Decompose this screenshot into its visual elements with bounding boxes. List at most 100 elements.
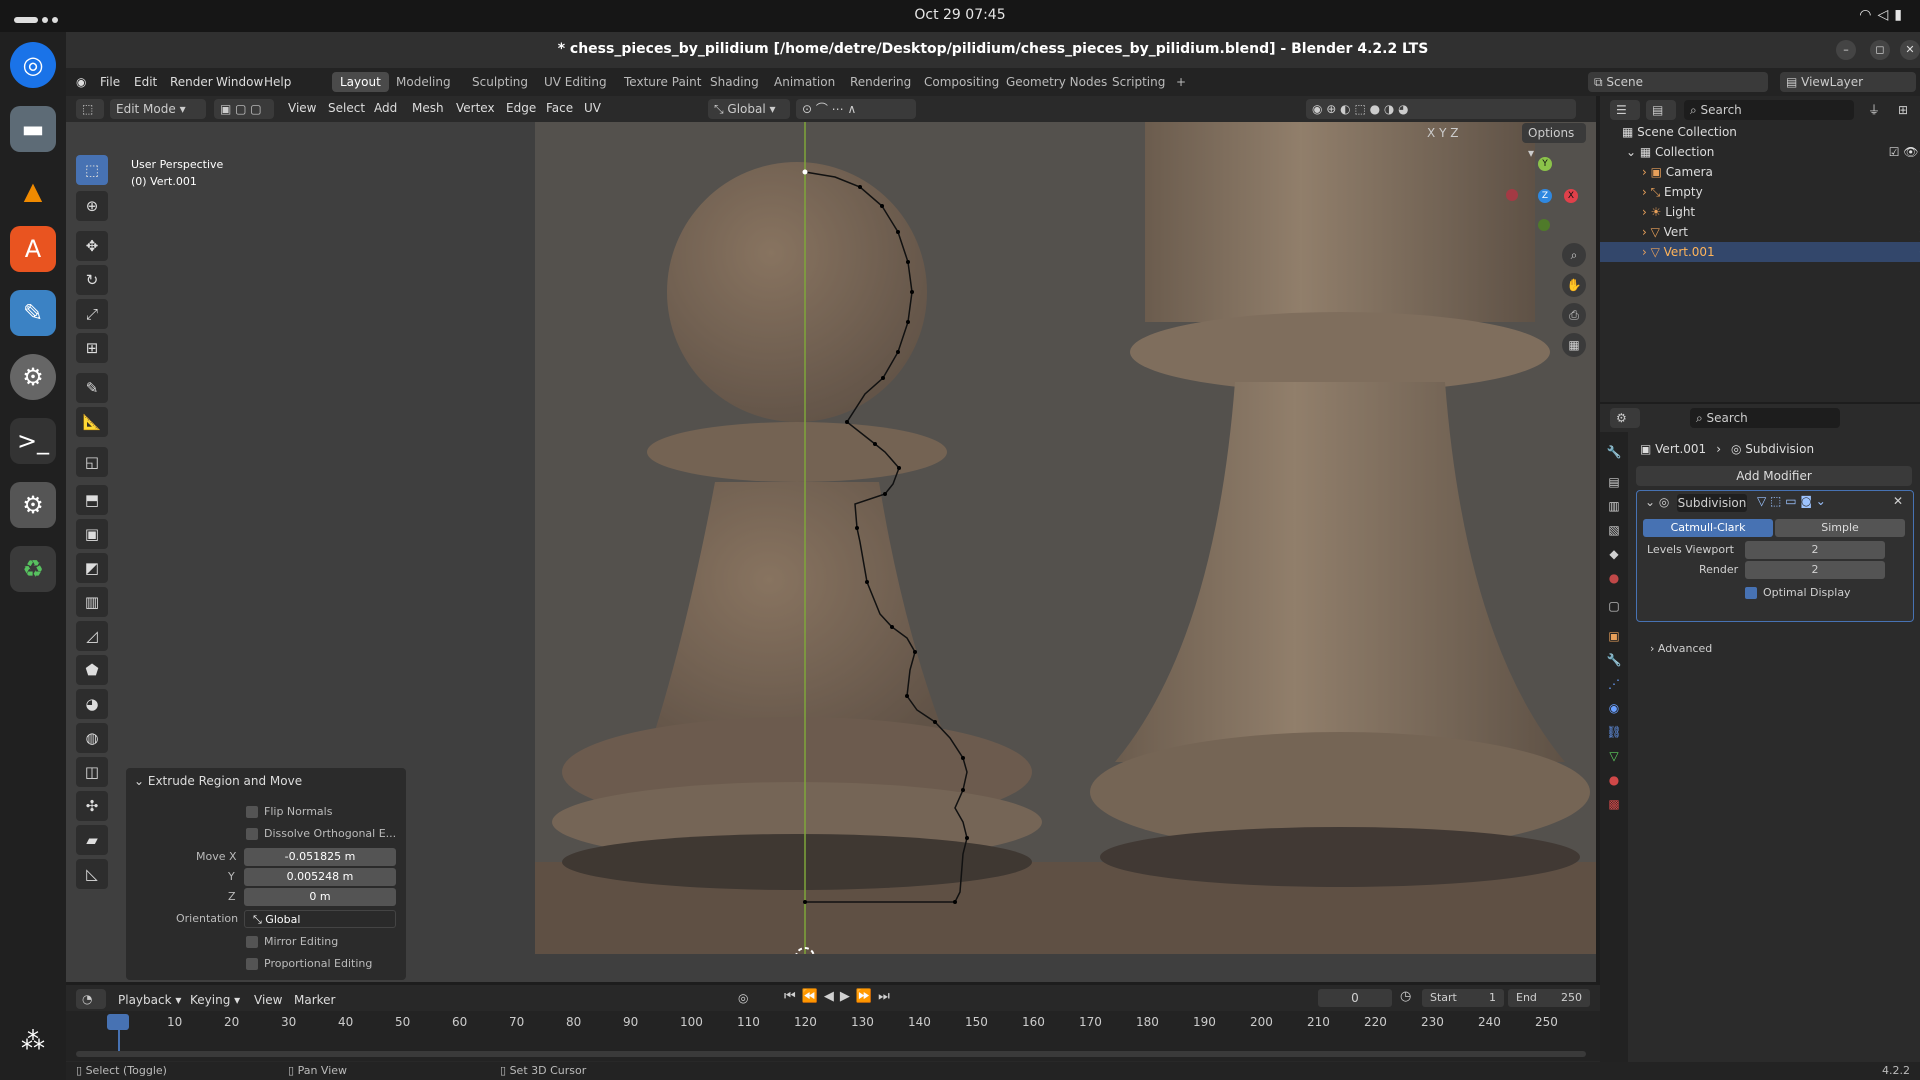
minimize-button[interactable]: – — [1836, 40, 1856, 60]
autokey-icon[interactable]: ◎ — [738, 991, 748, 1005]
menu-edit[interactable]: Edit — [134, 75, 157, 89]
tab-scripting[interactable]: Scripting — [1104, 72, 1173, 92]
modifier-delete-icon[interactable]: ✕ — [1893, 494, 1903, 508]
move-tool[interactable]: ✥ — [76, 231, 108, 261]
playhead[interactable] — [107, 1014, 129, 1030]
chromium-icon[interactable]: ◎ — [10, 42, 56, 88]
select-mode-buttons[interactable]: ▣ ▢ ▢ — [214, 99, 274, 119]
outliner-item-vert-001[interactable]: › ▽ Vert.001👁 ◙ — [1600, 242, 1920, 262]
system-tray[interactable]: ◠◁▮ — [1859, 7, 1908, 23]
ortho-grid-icon[interactable]: ▦ — [1562, 333, 1586, 357]
maximize-button[interactable]: ◻ — [1870, 40, 1890, 60]
menu-keying[interactable]: Keying ▾ — [190, 993, 240, 1007]
tab-compositing[interactable]: Compositing — [916, 72, 1007, 92]
loop-cut-tool[interactable]: ▥ — [76, 587, 108, 617]
text-editor-icon[interactable]: ✎ — [10, 290, 56, 336]
camera-view-icon[interactable]: ⎙ — [1562, 303, 1586, 327]
show-apps-icon[interactable]: ⁂ — [10, 1018, 56, 1064]
files-icon[interactable]: ▬ — [10, 106, 56, 152]
outliner-filter-mode[interactable]: ▤ — [1646, 100, 1676, 120]
knife-tool[interactable]: ◿ — [76, 621, 108, 651]
mirror-axis-toggles[interactable]: X Y Z — [1421, 123, 1497, 143]
menu-edge[interactable]: Edge — [506, 101, 536, 115]
modifier-toggle-icons[interactable]: ▽ ⬚ ▭ ◙ ⌄ — [1757, 494, 1826, 508]
viewlayer-selector[interactable]: ▤ ViewLayer — [1780, 72, 1916, 92]
end-frame-field[interactable]: End 250 — [1508, 989, 1590, 1007]
rip-tool[interactable]: ◺ — [76, 859, 108, 889]
proportional-editing-checkbox[interactable] — [246, 958, 258, 970]
add-cube-tool[interactable]: ◱ — [76, 447, 108, 477]
transform-tool[interactable]: ⊞ — [76, 333, 108, 363]
material-tab-icon[interactable]: ● — [1604, 770, 1624, 790]
playback-controls[interactable]: ⏮⏪◀▶⏩⏭ — [784, 989, 896, 1004]
spin-tool[interactable]: ◕ — [76, 689, 108, 719]
move-x-field[interactable]: -0.051825 m — [244, 848, 396, 866]
shear-tool[interactable]: ▰ — [76, 825, 108, 855]
modifier-collapse-icon[interactable]: ⌄ ◎ — [1645, 495, 1669, 509]
gizmo-z-axis[interactable]: Z — [1538, 189, 1552, 203]
menu-playback[interactable]: Playback ▾ — [118, 993, 181, 1007]
physics-tab-icon[interactable]: ◉ — [1604, 698, 1624, 718]
orientation-dropdown[interactable]: ⤡ Global — [244, 910, 396, 928]
world-tab-icon[interactable]: ● — [1604, 568, 1624, 588]
menu-uv[interactable]: UV — [584, 101, 601, 115]
gizmo-neg-x-axis[interactable] — [1506, 189, 1518, 201]
outliner-item-vert[interactable]: › ▽ Vert👁 ◙ — [1600, 222, 1920, 242]
tab-shading[interactable]: Shading — [702, 72, 767, 92]
outliner-display-mode[interactable]: ☰ — [1610, 100, 1640, 120]
menu-render[interactable]: Render — [170, 75, 213, 89]
tab-geometry-nodes[interactable]: Geometry Nodes — [998, 72, 1115, 92]
filter-icon[interactable]: ⏚ — [1862, 100, 1888, 120]
inset-tool[interactable]: ▣ — [76, 519, 108, 549]
menu-face[interactable]: Face — [546, 101, 573, 115]
dissolve-checkbox[interactable] — [246, 828, 258, 840]
blender-settings-icon[interactable]: ⚙ — [10, 482, 56, 528]
transform-orientation[interactable]: ⤡ Global ▾ — [708, 99, 790, 119]
timer-icon[interactable]: ◷ — [1400, 989, 1411, 1004]
timeline-scrollbar[interactable] — [76, 1051, 1586, 1057]
move-z-field[interactable]: 0 m — [244, 888, 396, 906]
snapping-controls[interactable]: ⊙ ⌒ ⋯ ∧ — [796, 99, 916, 119]
menu-help[interactable]: Help — [264, 75, 291, 89]
mode-selector[interactable]: Edit Mode ▾ — [110, 99, 206, 119]
catmull-clark-button[interactable]: Catmull-Clark — [1643, 519, 1773, 537]
close-button[interactable]: ✕ — [1900, 40, 1920, 60]
menu-vertex[interactable]: Vertex — [456, 101, 495, 115]
menu-view[interactable]: View — [288, 101, 316, 115]
flip-normals-checkbox[interactable] — [246, 806, 258, 818]
options-dropdown[interactable]: Options ▾ — [1522, 123, 1586, 160]
bevel-tool[interactable]: ◩ — [76, 553, 108, 583]
shading-controls[interactable]: ◉ ⊕ ◐ ⬚ ● ◑ ◕ — [1306, 99, 1576, 119]
current-frame-field[interactable]: 0 — [1318, 989, 1392, 1007]
axis-z[interactable]: Z — [1450, 126, 1458, 140]
simple-button[interactable]: Simple — [1775, 519, 1905, 537]
scene-tab-icon[interactable]: ◆ — [1604, 544, 1624, 564]
render-levels-field[interactable]: 2 — [1745, 561, 1885, 579]
advanced-section[interactable]: › Advanced — [1650, 642, 1712, 655]
outliner-item-light[interactable]: › ☀ Light👁 ◙ — [1600, 202, 1920, 222]
trash-icon[interactable]: ♻ — [10, 546, 56, 592]
texture-tab-icon[interactable]: ▩ — [1604, 794, 1624, 814]
menu-window[interactable]: Window — [216, 75, 263, 89]
outliner-search[interactable]: ⌕ Search — [1684, 100, 1854, 120]
constraints-tab-icon[interactable]: ⛓ — [1604, 722, 1624, 742]
cursor-tool[interactable]: ⊕ — [76, 191, 108, 221]
smooth-tool[interactable]: ◍ — [76, 723, 108, 753]
poly-build-tool[interactable]: ⬟ — [76, 655, 108, 685]
modifier-tab-icon[interactable]: 🔧 — [1604, 650, 1624, 670]
render-tab-icon[interactable]: ▤ — [1604, 472, 1624, 492]
gizmo-y-axis[interactable]: Y — [1538, 157, 1552, 171]
edge-slide-tool[interactable]: ◫ — [76, 757, 108, 787]
menu-mesh[interactable]: Mesh — [412, 101, 444, 115]
shrink-fatten-tool[interactable]: ✣ — [76, 791, 108, 821]
outliner-item-camera[interactable]: › ▣ Camera👁 ◙ — [1600, 162, 1920, 182]
new-collection-icon[interactable]: ⊞ — [1892, 100, 1916, 120]
optimal-display-checkbox[interactable] — [1745, 587, 1757, 599]
properties-search[interactable]: ⌕ Search — [1690, 408, 1840, 428]
outliner-item-empty[interactable]: › ⤡ Empty👁 ◙ — [1600, 182, 1920, 202]
add-modifier-button[interactable]: Add Modifier — [1636, 466, 1912, 486]
menu-file[interactable]: File — [100, 75, 120, 89]
blender-logo-icon[interactable]: ◉ — [76, 75, 86, 89]
tab-uv-editing[interactable]: UV Editing — [536, 72, 615, 92]
visibility-icons[interactable]: ☑ 👁 ◙ — [1889, 142, 1920, 162]
